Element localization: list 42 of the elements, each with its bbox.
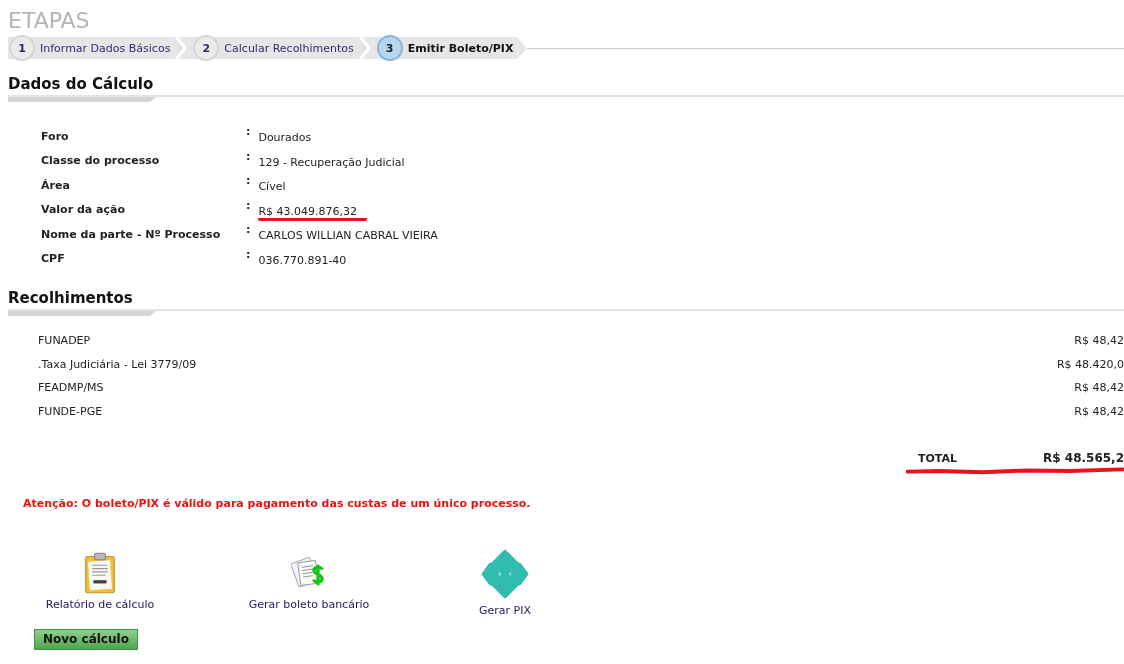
field-label: Foro bbox=[41, 129, 70, 143]
step-arrow-icon bbox=[517, 37, 528, 59]
field-value: 036.770.891-40 bbox=[258, 252, 348, 269]
fee-amount: R$ 48,42 bbox=[1074, 381, 1124, 395]
field-value: 129 - Recuperação Judicial bbox=[258, 154, 406, 171]
total-amount: R$ 48.565,2 bbox=[1043, 451, 1124, 465]
clipboard-icon bbox=[82, 551, 118, 595]
action-link[interactable]: Gerar boleto bancário bbox=[248, 598, 370, 611]
field-value: Cível bbox=[258, 179, 287, 196]
fee-name: FUNDE-PGE bbox=[38, 404, 103, 418]
diamond-logo-icon bbox=[481, 548, 529, 600]
fee-amount: R$ 48.420,0 bbox=[1056, 357, 1124, 371]
fee-name: FEADMP/MS bbox=[38, 381, 104, 395]
separator: : bbox=[246, 223, 251, 239]
action-link[interactable]: Relatório de cálculo bbox=[45, 598, 155, 611]
field-value: CARLOS WILLIAN CABRAL VIEIRA bbox=[258, 228, 439, 245]
field-label: Nome da parte - Nº Processo bbox=[41, 227, 222, 241]
field-label: Valor da ação bbox=[41, 203, 126, 217]
chevron-icon bbox=[174, 37, 193, 59]
field-value: Dourados bbox=[258, 130, 313, 147]
field-value: R$ 43.049.876,32 bbox=[258, 201, 368, 221]
step-tab[interactable]: 2 Calcular Recolhimentos bbox=[192, 37, 358, 59]
separator: : bbox=[246, 174, 251, 190]
section-title: Dados do Cálculo bbox=[8, 75, 155, 95]
new-calculation-button[interactable]: Novo cálculo bbox=[34, 629, 138, 650]
total-label: TOTAL bbox=[918, 451, 959, 465]
step-tab[interactable]: 1 Informar Dados Básicos bbox=[8, 37, 175, 59]
field-label: Classe do processo bbox=[41, 154, 161, 168]
field-label: Área bbox=[41, 178, 71, 192]
fee-name: FUNADEP bbox=[38, 334, 91, 348]
separator: : bbox=[246, 198, 251, 214]
fee-amount: R$ 48,42 bbox=[1074, 334, 1124, 348]
separator: : bbox=[246, 149, 251, 165]
steps-title: ETAPAS bbox=[8, 9, 91, 33]
separator: : bbox=[246, 125, 251, 141]
field-label: CPF bbox=[41, 252, 66, 266]
section-title: Recolhimentos bbox=[8, 289, 134, 309]
fee-amount: R$ 48,42 bbox=[1074, 404, 1124, 418]
separator: : bbox=[246, 247, 251, 263]
warning-text: Atenção: O boleto/PIX é válido para pagamento das custas de um único processo. bbox=[23, 497, 532, 510]
action-link[interactable]: Gerar PIX bbox=[479, 604, 531, 617]
fee-name: .Taxa Judiciária - Lei 3779/09 bbox=[38, 357, 197, 371]
